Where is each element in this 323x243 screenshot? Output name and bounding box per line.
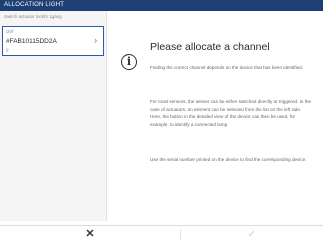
window-title: ALLOCATION LIGHT [4,2,65,8]
device-sub-label: g [6,47,9,52]
device-serial-number: #FAB10115DD2A [6,38,57,45]
window-title-bar: ALLOCATION LIGHT [0,0,323,11]
footer-bar: ✕ ✓ [0,225,323,243]
info-paragraph-1: Finding the correct channel depends on t… [150,65,303,70]
info-paragraph-2: For most sensors, the sensor can be eith… [150,99,312,127]
info-icon: i [121,54,137,70]
sidebar-header: Switch actuator lockhr 1gang [4,14,62,19]
close-icon: ✕ [85,228,95,240]
info-paragraph-3: Use the serial number printed on the dev… [150,157,307,162]
chevron-right-icon: › [94,36,97,45]
device-list-item[interactable]: i20f #FAB10115DD2A g › [2,26,104,56]
device-type-label: i20f [6,29,14,34]
device-list-sidebar: Switch actuator lockhr 1gang i20f #FAB10… [0,11,107,221]
checkmark-icon: ✓ [247,229,257,240]
page-title: Please allocate a channel [150,41,270,53]
cancel-button[interactable]: ✕ [0,226,180,243]
confirm-button[interactable]: ✓ [181,226,323,243]
